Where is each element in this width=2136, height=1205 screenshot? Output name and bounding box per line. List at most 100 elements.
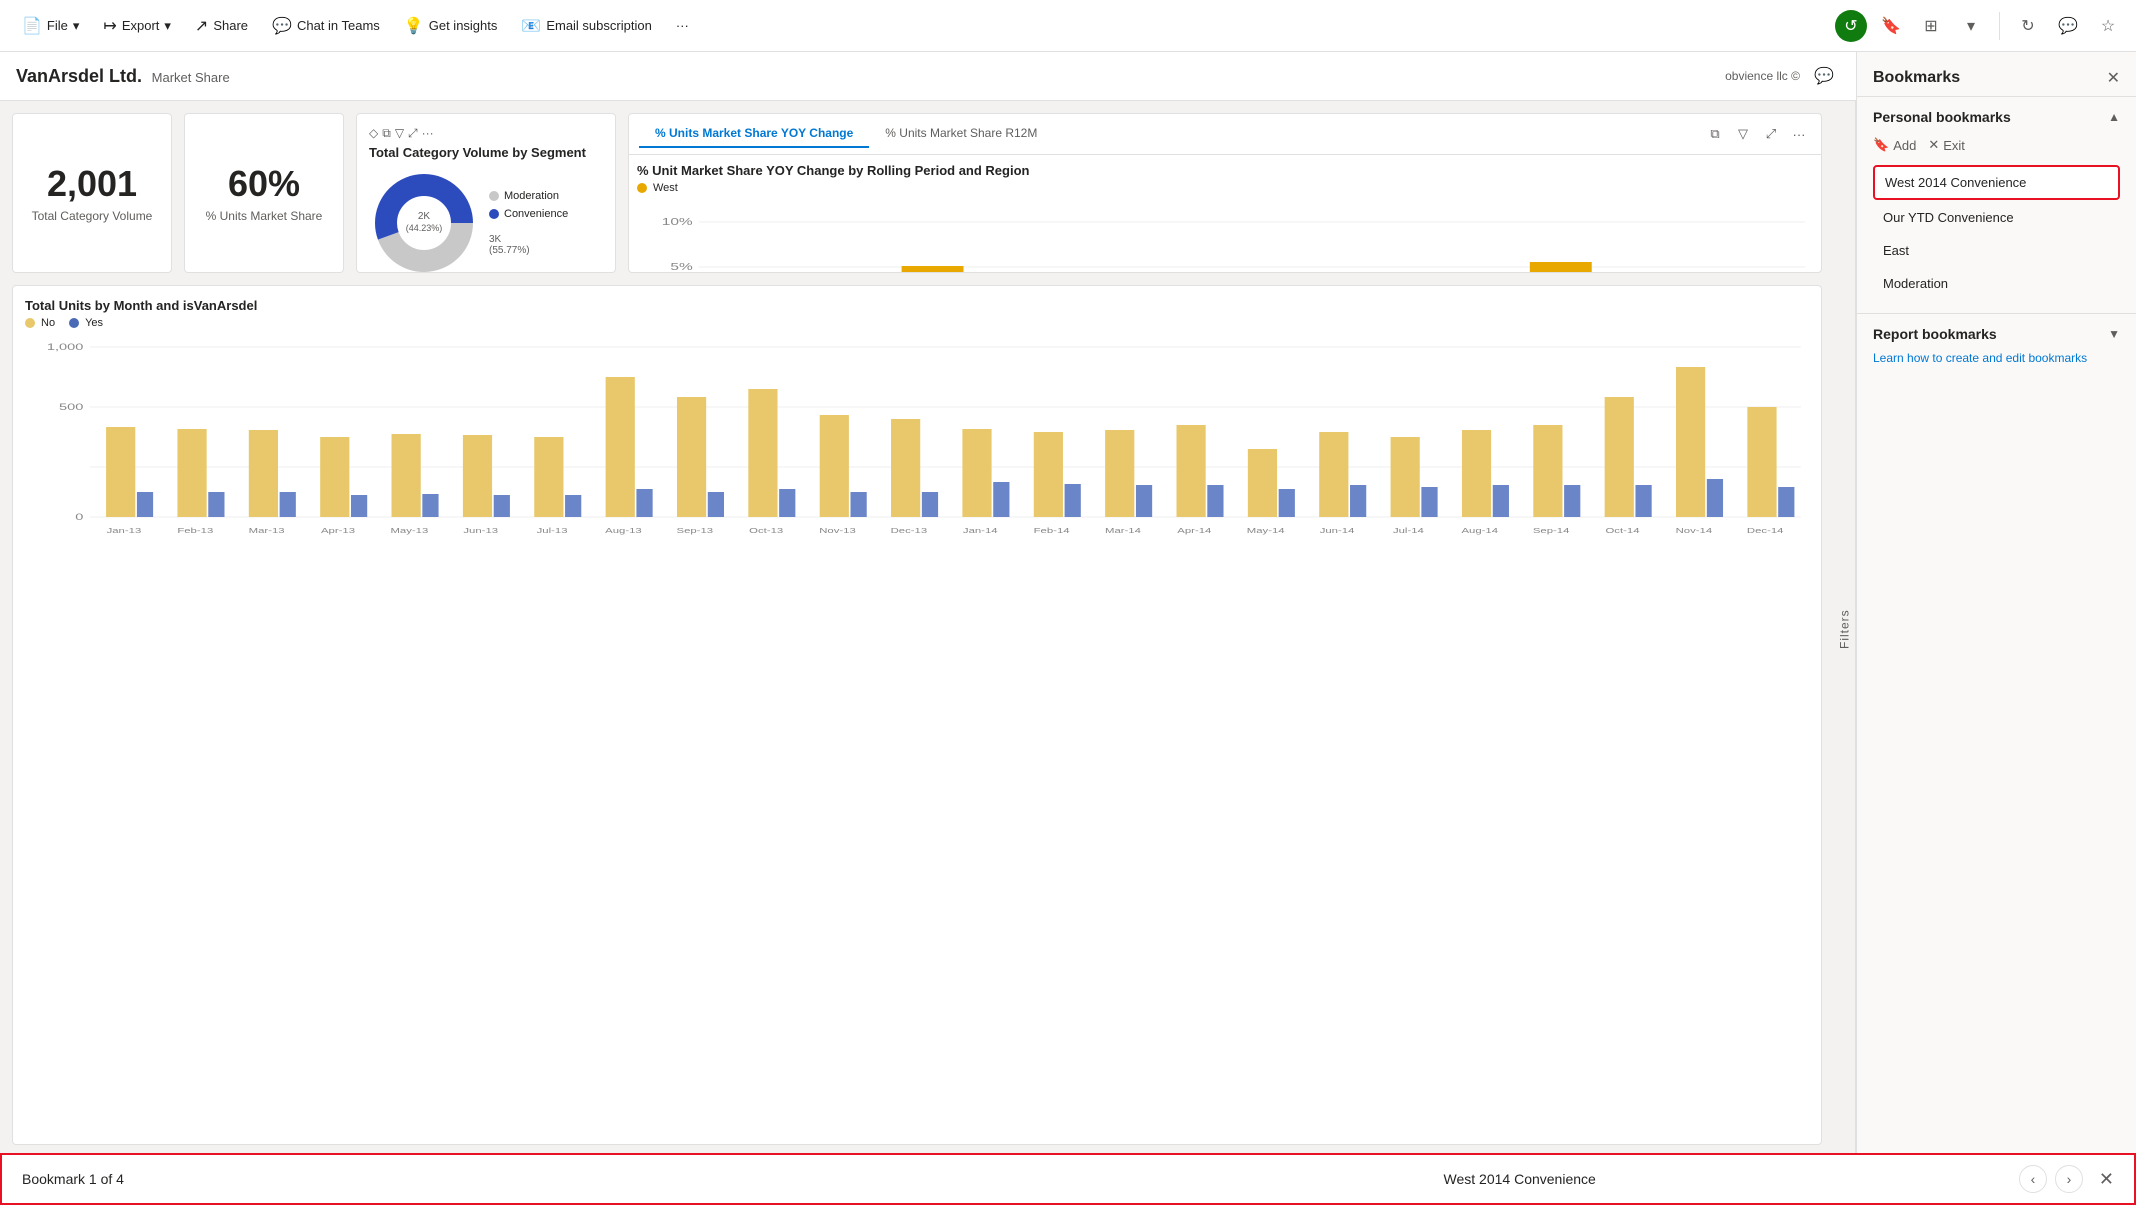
refresh-button[interactable]: ↻ <box>2012 10 2044 42</box>
bookmark-current-name: West 2014 Convenience <box>1020 1171 2018 1187</box>
company-name: VanArsdel Ltd. <box>16 66 142 86</box>
tab-yoy[interactable]: % Units Market Share YOY Change <box>639 120 869 148</box>
close-bookmark-btn[interactable]: ✕ <box>2099 1169 2114 1190</box>
more-chart-btn[interactable]: ··· <box>1787 122 1811 146</box>
svg-text:Apr-13: Apr-13 <box>321 526 355 534</box>
share-label: Share <box>213 18 248 33</box>
personal-bookmarks-title[interactable]: Personal bookmarks ▲ <box>1873 109 2120 125</box>
expand-icon[interactable]: ⤢ <box>408 126 418 141</box>
bookmark-nav: ‹ › ✕ <box>2019 1165 2114 1193</box>
moderation-dot <box>489 191 499 201</box>
copy-icon[interactable]: ⧉ <box>382 126 391 141</box>
yes-label: Yes <box>85 317 103 329</box>
chat-in-teams-button[interactable]: 💬 Chat in Teams <box>262 10 390 42</box>
yoy-chart-area: % Units Market Share YOY Change % Units … <box>628 113 1822 273</box>
bookmark-icon-button[interactable]: 🔖 <box>1875 10 1907 42</box>
layout-chevron-button[interactable]: ▾ <box>1955 10 1987 42</box>
user-avatar[interactable]: ↺ <box>1835 10 1867 42</box>
copyright-text: obvience llc © <box>1725 69 1800 83</box>
svg-text:Jul-13: Jul-13 <box>537 526 568 534</box>
report-header: VanArsdel Ltd. Market Share obvience llc… <box>0 52 1856 101</box>
expand-chart-btn[interactable]: ⤢ <box>1759 122 1783 146</box>
report-bookmarks-title[interactable]: Report bookmarks ▼ <box>1873 326 2120 342</box>
personal-collapse-arrow: ▲ <box>2108 110 2120 124</box>
svg-text:Feb-13: Feb-13 <box>177 526 213 534</box>
no-label: No <box>41 317 55 329</box>
bookmark-label-moderation: Moderation <box>1883 276 1948 291</box>
moderation-label: Moderation <box>504 190 559 202</box>
svg-text:Mar-14: Mar-14 <box>1105 526 1141 534</box>
svg-text:Jul-14: Jul-14 <box>1393 526 1424 534</box>
exit-bookmark-button[interactable]: ✕ Exit <box>1928 137 1965 153</box>
report-content: 2,001 Total Category Volume 60% % Units … <box>0 101 1834 1157</box>
filters-container: 2,001 Total Category Volume 60% % Units … <box>0 101 1856 1157</box>
export-chevron: ▾ <box>164 18 171 34</box>
personal-bookmarks-section: Personal bookmarks ▲ 🔖 Add ✕ Exit West 2… <box>1857 97 2136 313</box>
export-button[interactable]: ↦ Export ▾ <box>93 10 181 42</box>
comment-report-button[interactable]: 💬 <box>1808 60 1840 92</box>
toolbar-divider <box>1999 12 2000 40</box>
share-button[interactable]: ↗ Share <box>185 10 258 42</box>
yoy-svg: 10% 5% 0% -5% -10% P-11 <box>637 202 1813 272</box>
svg-text:Mar-13: Mar-13 <box>249 526 285 534</box>
copy-chart-btn[interactable]: ⧉ <box>1703 122 1727 146</box>
bottom-bar: Bookmark 1 of 4 West 2014 Convenience ‹ … <box>2 1155 2134 1203</box>
bookmark-item-west[interactable]: West 2014 Convenience <box>1873 165 2120 200</box>
sidebar-close-btn[interactable]: ✕ <box>2107 68 2120 88</box>
svg-text:Jan-13: Jan-13 <box>107 526 142 534</box>
exit-icon: ✕ <box>1928 137 1939 153</box>
west-label: West <box>653 182 678 194</box>
svg-text:5%: 5% <box>670 261 693 272</box>
segment-donut-wrapper: 2K (44.23%) Moderation <box>369 168 603 278</box>
more-label: ··· <box>676 18 689 33</box>
filter-chart-btn[interactable]: ▽ <box>1731 122 1755 146</box>
sidebar-header: Bookmarks ✕ <box>1857 52 2136 97</box>
yoy-bar-chart: % Unit Market Share YOY Change by Rollin… <box>629 155 1821 272</box>
svg-text:Jan-14: Jan-14 <box>963 526 998 534</box>
chart-actions: ⧉ ▽ ⤢ ··· <box>1703 122 1811 146</box>
bookmarks-sidebar: Bookmarks ✕ Personal bookmarks ▲ 🔖 Add ✕… <box>1856 52 2136 1157</box>
more-button[interactable]: ··· <box>666 12 699 39</box>
next-bookmark-btn[interactable]: › <box>2055 1165 2083 1193</box>
report-bookmarks-section: Report bookmarks ▼ Learn how to create a… <box>1857 313 2136 377</box>
convenience-label: Convenience <box>504 208 568 220</box>
svg-text:May-13: May-13 <box>390 526 428 534</box>
email-subscription-button[interactable]: 📧 Email subscription <box>511 10 661 42</box>
file-icon: 📄 <box>22 16 42 36</box>
get-insights-button[interactable]: 💡 Get insights <box>394 10 508 42</box>
chart-toolbar: % Units Market Share YOY Change % Units … <box>629 114 1821 155</box>
bookmark-item-ytd[interactable]: Our YTD Convenience <box>1873 202 2120 233</box>
svg-text:Nov-14: Nov-14 <box>1676 526 1713 534</box>
svg-text:Dec-13: Dec-13 <box>891 526 928 534</box>
bookmark-item-east[interactable]: East <box>1873 235 2120 266</box>
filters-tab[interactable]: Filters <box>1834 101 1856 1157</box>
avatar-icon: ↺ <box>1844 16 1857 36</box>
comment-button[interactable]: 💬 <box>2052 10 2084 42</box>
svg-text:10%: 10% <box>662 216 693 228</box>
file-button[interactable]: 📄 File ▾ <box>12 10 89 42</box>
more-icon[interactable]: ··· <box>422 126 434 141</box>
bookmark-item-moderation[interactable]: Moderation <box>1873 268 2120 299</box>
svg-text:1,000: 1,000 <box>47 342 84 352</box>
svg-text:Jun-13: Jun-13 <box>463 526 498 534</box>
chat-in-teams-label: Chat in Teams <box>297 18 380 33</box>
monthly-chart-section: Total Units by Month and isVanArsdel No … <box>12 285 1822 1145</box>
layout-icon-button[interactable]: ⊞ <box>1915 10 1947 42</box>
email-icon: 📧 <box>521 16 541 36</box>
tab-r12m[interactable]: % Units Market Share R12M <box>869 120 1053 148</box>
svg-text:2K: 2K <box>418 211 431 222</box>
segment-title: Total Category Volume by Segment <box>369 145 603 160</box>
monthly-legend: No Yes <box>25 317 1809 329</box>
add-bookmark-button[interactable]: 🔖 Add <box>1873 137 1916 153</box>
star-button[interactable]: ☆ <box>2092 10 2124 42</box>
prev-bookmark-btn[interactable]: ‹ <box>2019 1165 2047 1193</box>
export-icon: ↦ <box>103 16 116 36</box>
kpi-label-2: % Units Market Share <box>206 209 323 223</box>
segment-donut-card: ◇ ⧉ ▽ ⤢ ··· Total Category Volume by Seg… <box>356 113 616 273</box>
learn-link[interactable]: Learn how to create and edit bookmarks <box>1873 351 2087 365</box>
svg-text:Jun-14: Jun-14 <box>1320 526 1355 534</box>
focus-icon[interactable]: ◇ <box>369 126 378 141</box>
filter-icon[interactable]: ▽ <box>395 126 404 141</box>
report-title-row: VanArsdel Ltd. Market Share <box>16 66 230 87</box>
kpi-label-1: Total Category Volume <box>32 209 153 223</box>
